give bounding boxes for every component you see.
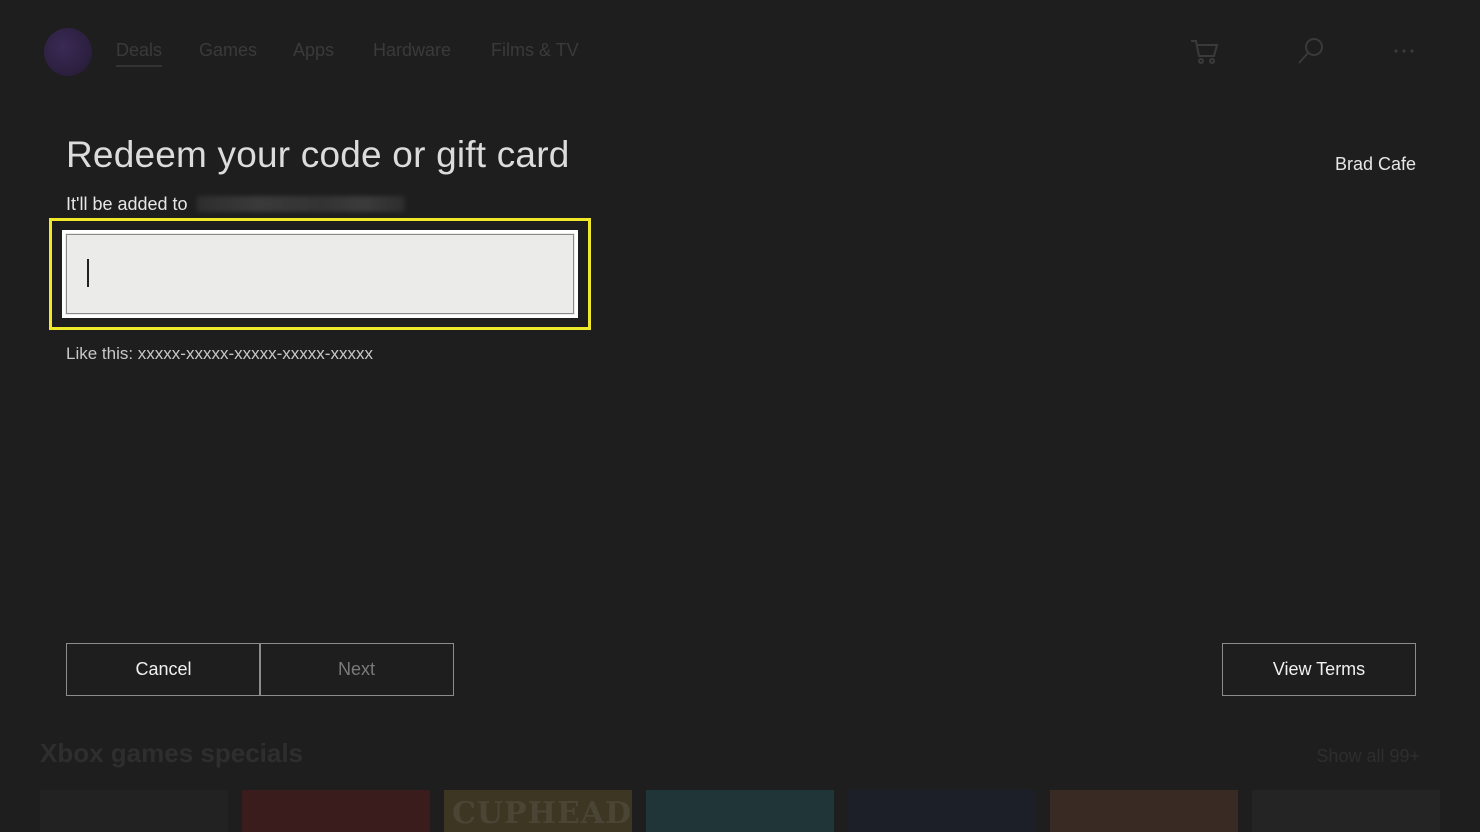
more-icon[interactable] xyxy=(1390,36,1420,66)
nav-item-games[interactable]: Games xyxy=(199,40,257,61)
game-tile-title: CUPHEAD xyxy=(452,796,633,831)
game-tile[interactable] xyxy=(40,790,228,832)
search-icon[interactable] xyxy=(1296,36,1326,66)
specials-title: Xbox games specials xyxy=(40,738,304,768)
view-terms-button[interactable]: View Terms xyxy=(1222,643,1416,696)
nav-item-hardware[interactable]: Hardware xyxy=(373,40,451,61)
cart-icon[interactable] xyxy=(1189,36,1219,66)
added-to-label: It'll be added to xyxy=(66,194,188,214)
code-input-box[interactable] xyxy=(62,230,578,318)
store-nav: Deals Games Apps Hardware Films & TV xyxy=(0,0,1480,100)
avatar[interactable] xyxy=(44,28,92,76)
game-tile[interactable] xyxy=(1252,790,1440,832)
text-caret xyxy=(87,259,89,287)
blurred-account-email xyxy=(196,196,405,212)
game-tile[interactable] xyxy=(646,790,834,832)
game-tile[interactable] xyxy=(848,790,1036,832)
show-all-link[interactable]: Show all 99+ xyxy=(1316,746,1420,767)
added-to-row: It'll be added to xyxy=(66,194,405,215)
nav-item-apps[interactable]: Apps xyxy=(293,40,334,61)
nav-item-films-tv[interactable]: Films & TV xyxy=(491,40,579,61)
next-button[interactable]: Next xyxy=(259,643,454,696)
nav-item-deals[interactable]: Deals xyxy=(116,40,163,67)
game-tile[interactable] xyxy=(242,790,430,832)
game-tile[interactable]: CUPHEAD xyxy=(444,790,632,832)
game-tile[interactable] xyxy=(1050,790,1238,832)
page-title: Redeem your code or gift card xyxy=(66,134,570,175)
cancel-button[interactable]: Cancel xyxy=(66,643,261,696)
account-name: Brad Cafe xyxy=(1334,154,1416,174)
action-buttons: Cancel Next xyxy=(66,643,454,696)
specials-tiles: CUPHEAD xyxy=(40,790,1480,832)
code-format-hint: Like this: xxxxx-xxxxx-xxxxx-xxxxx-xxxxx xyxy=(66,344,373,363)
code-input[interactable] xyxy=(65,233,575,315)
